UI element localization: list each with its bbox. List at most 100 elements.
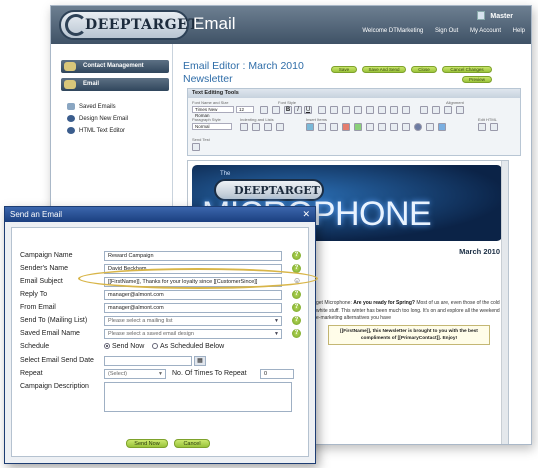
from-email-input[interactable]: manager@almont.com: [104, 303, 282, 313]
send-test-icon[interactable]: [192, 143, 200, 151]
align-right-icon[interactable]: [444, 106, 452, 114]
sidebar-email[interactable]: Email: [61, 78, 169, 91]
paragraph-style-select[interactable]: Normal: [192, 123, 232, 130]
help-icon[interactable]: ?: [292, 316, 301, 325]
person-icon[interactable]: ☺: [293, 276, 301, 285]
font-name-label: Font Name and Size: [192, 100, 229, 105]
insert-symbol-icon[interactable]: [402, 123, 410, 131]
font-size-select[interactable]: 12: [236, 106, 254, 113]
sidebar-item-label: Saved Emails: [79, 104, 116, 111]
sidebar-item-html-text-editor[interactable]: HTML Text Editor: [67, 127, 125, 134]
help-icon[interactable]: ?: [292, 290, 301, 299]
send-now-button[interactable]: Send Now: [126, 439, 168, 448]
send-now-radio[interactable]: Send Now: [104, 343, 144, 350]
close-button[interactable]: Close: [411, 66, 437, 73]
sidebar-item-saved-emails[interactable]: Saved Emails: [67, 103, 116, 110]
send-date-input[interactable]: [104, 356, 192, 366]
html-icon: [67, 127, 75, 134]
insert-rule-icon[interactable]: [366, 123, 374, 131]
email-subject-input[interactable]: [[FirstName]], Thanks for your loyalty s…: [104, 277, 282, 287]
align-left-icon[interactable]: [420, 106, 428, 114]
welcome-text: Welcome DTMarketing: [362, 28, 424, 34]
help-link[interactable]: Help: [513, 28, 525, 34]
insert-button-icon[interactable]: [414, 123, 422, 131]
newsletter-scrollbar[interactable]: [501, 161, 508, 444]
font-highlight-icon[interactable]: [272, 106, 280, 114]
sidebar-item-design-new-email[interactable]: Design New Email: [67, 115, 128, 122]
campaign-name-input[interactable]: Reward Campaign: [104, 251, 282, 261]
copy-icon[interactable]: [330, 106, 338, 114]
font-name-select[interactable]: Times New Roman: [192, 106, 234, 118]
insert-special-icon[interactable]: [438, 123, 446, 131]
paste-word-icon[interactable]: [366, 106, 374, 114]
preview-html-icon[interactable]: [490, 123, 498, 131]
help-icon[interactable]: ?: [292, 264, 301, 273]
sidebar-item-label: HTML Text Editor: [79, 128, 126, 135]
indent-icon[interactable]: [252, 123, 260, 131]
help-icon[interactable]: ?: [292, 329, 301, 338]
bullet-list-icon[interactable]: [276, 123, 284, 131]
undo-icon[interactable]: [378, 106, 386, 114]
insert-form-icon[interactable]: [426, 123, 434, 131]
top-links: Welcome DTMarketing Sign Out My Account …: [352, 28, 525, 34]
edit-html-icon[interactable]: [478, 123, 486, 131]
logo-text: DEEPTARGET: [85, 17, 200, 33]
cut-icon[interactable]: [318, 106, 326, 114]
repeat-label: Repeat: [20, 370, 43, 377]
insert-anchor-icon[interactable]: [378, 123, 386, 131]
schedule-label: Schedule: [20, 343, 50, 350]
cancel-button[interactable]: Cancel: [174, 439, 210, 448]
from-email-label: From Email: [20, 304, 56, 311]
insert-link-icon[interactable]: [330, 123, 338, 131]
paragraph-mark-icon[interactable]: [402, 106, 410, 114]
description-textarea[interactable]: [104, 382, 292, 412]
calendar-icon[interactable]: ▦: [194, 356, 206, 366]
send-email-dialog: Send an Email ✕ Campaign Name Reward Cam…: [4, 206, 316, 464]
times-repeat-label: No. Of Times To Repeat: [172, 370, 247, 377]
chevron-down-icon: ▼: [274, 331, 279, 337]
indent-label: Indenting and Lists: [240, 117, 274, 122]
numbered-list-icon[interactable]: [264, 123, 272, 131]
personalized-box: [[FirstName]], this Newsletter is brough…: [328, 325, 490, 345]
insert-field-icon[interactable]: [390, 123, 398, 131]
bold-icon[interactable]: B: [284, 106, 292, 114]
cancel-changes-button[interactable]: Cancel Changes: [442, 66, 492, 73]
preview-button[interactable]: Preview: [462, 76, 492, 83]
sidebar-item-label: Design New Email: [79, 116, 129, 123]
email-subject-label: Email Subject: [20, 278, 63, 285]
save-and-send-button[interactable]: Save And Send: [362, 66, 406, 73]
saved-email-select[interactable]: Please select a saved email design ▼: [104, 329, 282, 339]
chevron-down-icon: ▼: [274, 318, 279, 324]
paste-text-icon[interactable]: [354, 106, 362, 114]
product-name: Email: [193, 14, 236, 33]
paste-icon[interactable]: [342, 106, 350, 114]
remove-link-icon[interactable]: [342, 123, 350, 131]
sidebar-contact-management[interactable]: Contact Management: [61, 60, 169, 73]
reply-to-input[interactable]: manager@almont.com: [104, 290, 282, 300]
as-scheduled-radio[interactable]: As Scheduled Below: [152, 343, 224, 350]
save-button[interactable]: Save: [331, 66, 357, 73]
redo-icon[interactable]: [390, 106, 398, 114]
sender-name-input[interactable]: David Beckham: [104, 264, 282, 274]
italic-icon[interactable]: I: [294, 106, 302, 114]
para-bold: Are you ready for Spring?: [353, 300, 415, 306]
repeat-select[interactable]: (Select) ▼: [104, 369, 166, 379]
insert-image-icon[interactable]: [318, 123, 326, 131]
times-repeat-input[interactable]: 0: [260, 369, 294, 379]
sign-out-link[interactable]: Sign Out: [435, 28, 458, 34]
underline-icon[interactable]: U: [304, 106, 312, 114]
align-justify-icon[interactable]: [456, 106, 464, 114]
font-color-icon[interactable]: [260, 106, 268, 114]
insert-table-icon[interactable]: [306, 123, 314, 131]
align-center-icon[interactable]: [432, 106, 440, 114]
tools-title: Text Editing Tools: [188, 89, 520, 98]
mailing-list-select[interactable]: Please select a mailing list ▼: [104, 316, 282, 326]
help-icon[interactable]: ?: [292, 251, 301, 260]
insert-media-icon[interactable]: [354, 123, 362, 131]
radio-icon: [152, 343, 158, 350]
my-account-link[interactable]: My Account: [470, 28, 501, 34]
close-icon[interactable]: ✕: [302, 209, 310, 220]
help-icon[interactable]: ?: [292, 303, 301, 312]
mailing-list-value: Please select a mailing list: [108, 318, 173, 324]
outdent-icon[interactable]: [240, 123, 248, 131]
